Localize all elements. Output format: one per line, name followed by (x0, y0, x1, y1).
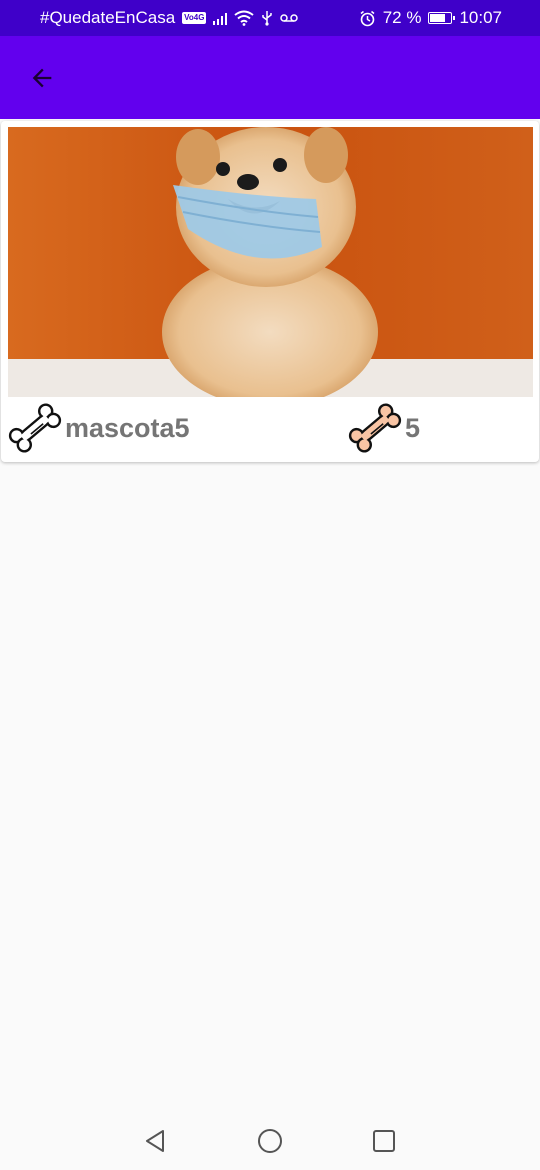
pet-info-row: mascota5 5 (1, 397, 539, 459)
bone-outline-icon (8, 403, 62, 453)
wifi-icon (234, 10, 255, 26)
pet-value: 5 (405, 413, 421, 443)
status-time: 10:07 (459, 8, 502, 27)
status-left: #QuedateEnCasa Vo4G (40, 8, 299, 28)
back-triangle-icon (146, 1130, 164, 1152)
pet-name: mascota5 (65, 413, 190, 443)
volte-badge: Vo4G (182, 12, 207, 24)
battery-icon (428, 12, 456, 24)
system-nav-bar (0, 1112, 540, 1170)
home-circle-icon (258, 1129, 282, 1153)
nav-back-button[interactable] (140, 1126, 170, 1156)
dog-with-face-mask-photo (8, 127, 533, 397)
recents-square-icon (373, 1130, 395, 1152)
signal-icon (213, 12, 228, 25)
pet-photo (8, 127, 533, 397)
nav-home-button[interactable] (255, 1126, 285, 1156)
nav-recents-button[interactable] (369, 1126, 399, 1156)
bone-filled-icon (348, 403, 402, 453)
app-bar (0, 36, 540, 119)
voicemail-icon (280, 14, 299, 22)
status-right: 72 % 10:07 (359, 8, 502, 28)
alarm-icon (360, 10, 375, 26)
status-hashtag: #QuedateEnCasa (40, 8, 176, 27)
battery-percent: 72 % (382, 8, 422, 27)
back-button[interactable] (20, 58, 64, 98)
arrow-back-icon (32, 68, 52, 88)
battery-level (430, 14, 445, 22)
status-bar: #QuedateEnCasa Vo4G 72 % 10:07 (0, 0, 540, 36)
usb-icon (262, 11, 273, 26)
pet-card[interactable]: mascota5 5 (1, 121, 539, 462)
